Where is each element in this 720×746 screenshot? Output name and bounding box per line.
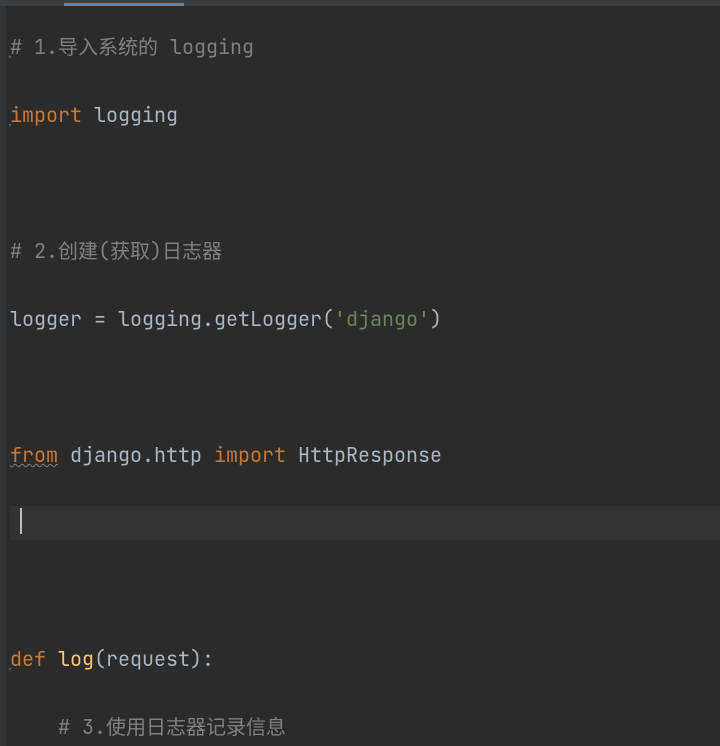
paren: ) [430,306,442,332]
paren: ( [94,646,106,672]
code-line[interactable]: # 2.创建(获取)日志器 [10,234,720,268]
code-line[interactable]: # 3.使用日志器记录信息 [10,710,720,744]
pkg: django.http [58,442,214,468]
comment: # 3.使用日志器记录信息 [58,714,286,740]
identifier: logger [10,306,82,332]
keyword-def: def [10,646,46,672]
function-name: log [58,646,94,672]
code-block[interactable]: ▾# 1.导入系统的 logging ▾import logging # 2.创… [0,30,720,746]
keyword-import: import [10,102,82,128]
code-line[interactable] [10,370,720,404]
space [46,646,58,672]
code-line[interactable]: from django.http import HttpResponse [10,438,720,472]
code-line[interactable]: ▾# 1.导入系统的 logging [10,30,720,64]
code-editor[interactable]: ▾# 1.导入系统的 logging ▾import logging # 2.创… [0,6,720,746]
space [82,102,94,128]
comment: # 1.导入系统的 logging [10,34,254,60]
op: = [82,306,118,332]
paren: ): [190,646,214,672]
code-line[interactable]: ▾import logging [10,98,720,132]
code-line[interactable]: logger = logging.getLogger('django') [10,302,720,336]
fold-icon[interactable]: ▾ [7,653,15,687]
identifier: logging [94,102,178,128]
code-line-current[interactable] [10,506,720,540]
fold-icon[interactable]: ▾ [7,109,15,143]
fold-icon[interactable]: ▾ [7,41,15,75]
comment: # 2.创建(获取)日志器 [10,238,222,264]
keyword-import: import [214,442,286,468]
code-line[interactable] [10,574,720,608]
code-line[interactable] [10,166,720,200]
keyword-from: from [10,442,58,468]
caret [20,508,22,534]
gutter [0,6,6,746]
call: logging.getLogger( [118,306,334,332]
string: 'django' [334,306,430,332]
code-line[interactable]: ▾def log(request): [10,642,720,676]
param: request [106,646,190,672]
identifier: HttpResponse [286,442,442,468]
